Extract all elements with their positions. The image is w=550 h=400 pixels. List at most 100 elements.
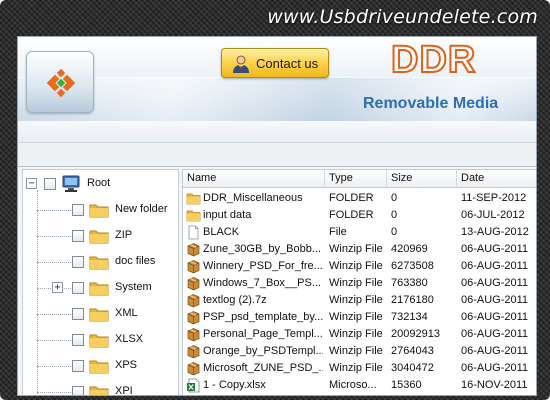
tree-root-label: Root xyxy=(87,177,111,189)
tree-item-checkbox[interactable] xyxy=(72,360,84,372)
archive-icon xyxy=(186,293,201,308)
tree-item-checkbox[interactable] xyxy=(72,308,84,320)
toolbar-strip xyxy=(18,121,536,143)
blank-file-icon xyxy=(186,225,201,240)
tree-connector xyxy=(37,340,71,341)
file-date-cell: 06-AUG-2011 xyxy=(461,243,529,255)
file-list[interactable]: Name Type Size Date DDR_Miscellaneous FOL… xyxy=(182,169,536,395)
file-date-cell: 06-AUG-2011 xyxy=(461,294,529,306)
tree-item-checkbox[interactable] xyxy=(72,256,84,268)
file-name-cell: BLACK xyxy=(203,226,240,238)
file-type-cell: Winzip File xyxy=(329,345,383,357)
file-size-cell: 420969 xyxy=(391,243,428,255)
column-header-name[interactable]: Name xyxy=(183,170,325,188)
file-row[interactable]: Personal_Page_Templ... Winzip File 2009291… xyxy=(183,326,536,343)
file-size-cell: 763380 xyxy=(391,277,428,289)
header-banner: Contact us DDR Removable Media xyxy=(18,37,536,121)
file-name-cell: Personal_Page_Templ... xyxy=(203,328,323,340)
app-logo-button[interactable] xyxy=(26,51,94,113)
tree-item-checkbox[interactable] xyxy=(72,204,84,216)
file-row[interactable]: textlog (2).7z Winzip File 2176180 06-AUG-2… xyxy=(183,292,536,309)
file-name-cell: input data xyxy=(203,209,252,221)
file-size-cell: 2764043 xyxy=(391,345,434,357)
contact-us-label: Contact us xyxy=(256,56,319,71)
file-type-cell: Winzip File xyxy=(329,243,383,255)
support-person-icon xyxy=(233,55,249,73)
folder-tree[interactable]: − Root New folder ZIP doc files + System XML X… xyxy=(22,169,179,396)
file-type-cell: File xyxy=(329,226,347,238)
tree-item-checkbox[interactable] xyxy=(72,282,84,294)
column-header-date[interactable]: Date xyxy=(457,170,536,188)
file-size-cell: 0 xyxy=(391,209,398,221)
file-row[interactable]: Windows_7_Box__PS... Winzip File 763380 06-… xyxy=(183,275,536,292)
file-type-cell: Winzip File xyxy=(329,277,383,289)
file-date-cell: 06-AUG-2011 xyxy=(461,345,529,357)
file-row[interactable]: Winnery_PSD_For_fre... Winzip File 6273508… xyxy=(183,258,536,275)
tree-item[interactable]: ZIP xyxy=(23,226,178,246)
tree-item[interactable]: doc files xyxy=(23,252,178,272)
tree-item[interactable]: New folder xyxy=(23,200,178,220)
computer-icon xyxy=(62,175,80,192)
site-url-watermark: www.Usbdriveundelete.com xyxy=(267,6,538,28)
tree-item[interactable]: XLSX xyxy=(23,330,178,350)
file-row[interactable]: input data FOLDER 0 06-JUL-2012 xyxy=(183,207,536,224)
file-row[interactable]: Orange_by_PSDTempl... Winzip File 2764043 0… xyxy=(183,343,536,360)
tree-connector xyxy=(37,366,71,367)
archive-icon xyxy=(186,276,201,291)
folder-icon xyxy=(186,208,201,223)
tree-item-checkbox[interactable] xyxy=(72,386,84,395)
tree-root-checkbox[interactable] xyxy=(44,178,56,190)
file-date-cell: 16-NOV-2011 xyxy=(461,379,528,391)
tree-item-label: New folder xyxy=(115,203,168,215)
tree-item[interactable]: XML xyxy=(23,304,178,324)
tree-item-label: doc files xyxy=(115,255,156,267)
file-row[interactable]: 1 - Copy.xlsx Microso... 15360 16-NOV-2011 xyxy=(183,377,536,394)
folder-icon xyxy=(89,202,109,218)
column-header-type[interactable]: Type xyxy=(325,170,387,188)
file-name-cell: Winnery_PSD_For_fre... xyxy=(203,260,323,272)
tree-connector xyxy=(37,262,71,263)
tree-expand-toggle[interactable]: + xyxy=(52,282,63,293)
tree-item[interactable]: + System xyxy=(23,278,178,298)
column-header-size[interactable]: Size xyxy=(387,170,457,188)
file-size-cell: 3040472 xyxy=(391,362,434,374)
tree-connector xyxy=(37,392,71,393)
tree-item-label: XML xyxy=(115,307,138,319)
file-date-cell: 06-AUG-2011 xyxy=(461,328,529,340)
archive-icon xyxy=(186,327,201,342)
folder-icon xyxy=(89,228,109,244)
file-row[interactable]: Zune_30GB_by_Bobb... Winzip File 420969 06-… xyxy=(183,241,536,258)
tree-root[interactable]: − Root xyxy=(23,174,178,194)
contact-us-button[interactable]: Contact us xyxy=(221,48,329,78)
tree-item[interactable]: XPI xyxy=(23,382,178,396)
folder-icon xyxy=(89,332,109,348)
file-row[interactable]: DDR_Miscellaneous FOLDER 0 11-SEP-2012 xyxy=(183,190,536,207)
product-subtitle: Removable Media xyxy=(363,95,499,112)
archive-icon xyxy=(186,310,201,325)
file-date-cell: 06-AUG-2011 xyxy=(461,362,529,374)
file-date-cell: 06-AUG-2011 xyxy=(461,260,529,272)
file-type-cell: Winzip File xyxy=(329,260,383,272)
tree-item-checkbox[interactable] xyxy=(72,230,84,242)
excel-file-icon xyxy=(186,378,201,393)
file-type-cell: Microso... xyxy=(329,379,377,391)
file-row[interactable]: Microsoft_ZUNE_PSD_... Winzip File 3040472… xyxy=(183,360,536,377)
tree-collapse-toggle[interactable]: − xyxy=(26,178,37,189)
folder-icon xyxy=(186,191,201,206)
file-row[interactable]: PSP_psd_template_by... Winzip File 732134 0… xyxy=(183,309,536,326)
folder-icon xyxy=(89,306,109,322)
tree-item-label: XPI xyxy=(115,385,133,396)
tree-item[interactable]: XPS xyxy=(23,356,178,376)
file-name-cell: Orange_by_PSDTempl... xyxy=(203,345,323,357)
tree-item-label: XPS xyxy=(115,359,138,371)
tree-item-label: XLSX xyxy=(115,333,144,345)
file-date-cell: 06-AUG-2011 xyxy=(461,277,529,289)
file-row[interactable]: BLACK File 0 13-AUG-2012 xyxy=(183,224,536,241)
folder-icon xyxy=(89,280,109,296)
tree-connector xyxy=(37,210,71,211)
tree-item-label: System xyxy=(115,281,152,293)
app-window: Contact us DDR Removable Media − Root Ne… xyxy=(17,36,537,396)
tree-item-checkbox[interactable] xyxy=(72,334,84,346)
file-name-cell: DDR_Miscellaneous xyxy=(203,192,303,204)
folder-icon xyxy=(89,384,109,395)
